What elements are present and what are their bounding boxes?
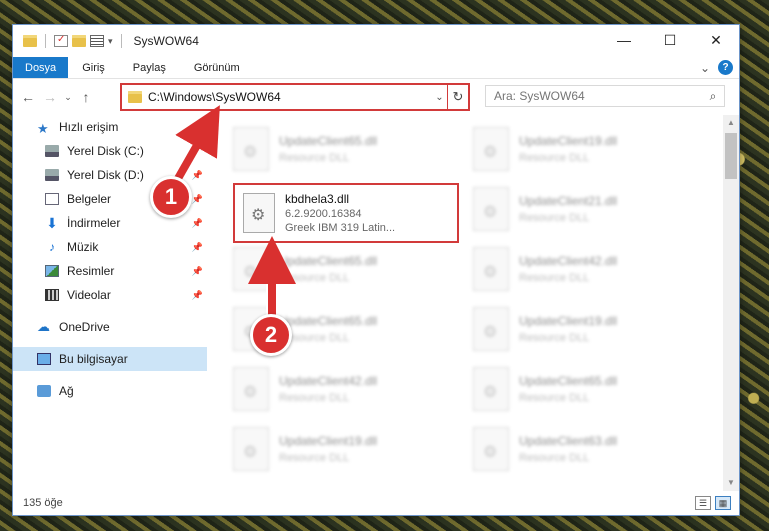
- step-2-badge: 2: [250, 314, 292, 356]
- annotation-arrows: [170, 105, 296, 318]
- arrow-1: [172, 105, 220, 184]
- step-1-badge: 1: [150, 176, 192, 218]
